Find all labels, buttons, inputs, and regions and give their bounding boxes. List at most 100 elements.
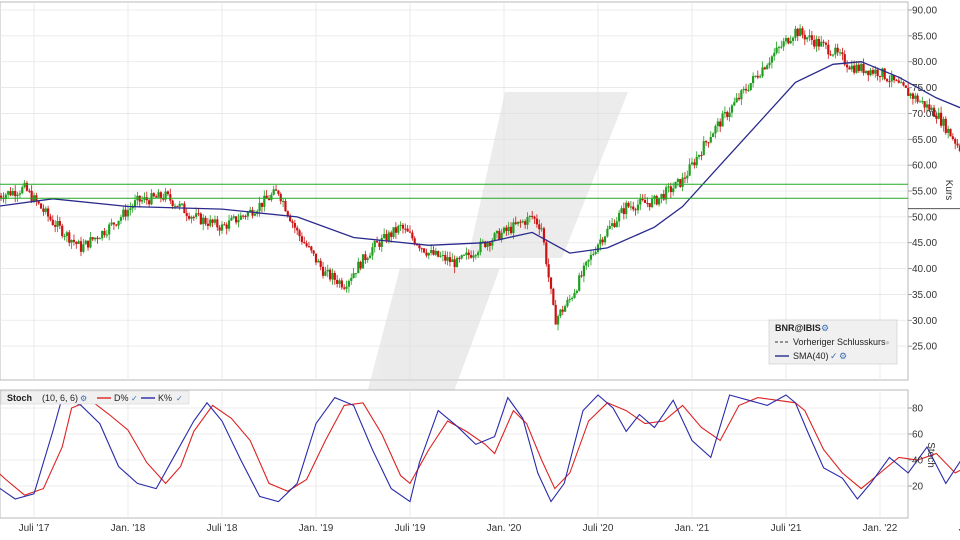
candle-up bbox=[232, 216, 235, 218]
candle-down bbox=[423, 248, 426, 253]
candle-down bbox=[871, 70, 875, 74]
candle-up bbox=[869, 70, 872, 76]
candle-up bbox=[462, 254, 466, 256]
candle-up bbox=[773, 52, 776, 57]
candle-down bbox=[310, 246, 313, 251]
stoch-d-check-icon[interactable]: ✓ bbox=[131, 394, 138, 403]
candle-down bbox=[267, 198, 271, 201]
candle-up bbox=[434, 250, 437, 255]
candle-down bbox=[488, 242, 491, 246]
candle-up bbox=[695, 156, 698, 166]
candle-down bbox=[176, 205, 179, 207]
candle-up bbox=[220, 224, 224, 231]
candle-down bbox=[329, 269, 332, 280]
candle-up bbox=[747, 90, 750, 92]
candle-up bbox=[427, 252, 430, 256]
candle-down bbox=[453, 259, 456, 268]
candle-down bbox=[542, 228, 546, 243]
candle-up bbox=[660, 193, 663, 198]
candle-down bbox=[824, 42, 828, 45]
candle-up bbox=[592, 253, 595, 255]
candle-down bbox=[662, 193, 665, 200]
candle-down bbox=[726, 111, 729, 118]
candle-up bbox=[387, 232, 390, 242]
candle-down bbox=[683, 177, 687, 179]
candle-down bbox=[509, 226, 513, 234]
price-tick-label: 90.00 bbox=[912, 6, 937, 17]
candle-up bbox=[775, 47, 778, 53]
candle-down bbox=[470, 255, 473, 258]
candle-up bbox=[347, 280, 350, 287]
candle-down bbox=[293, 223, 296, 228]
candle-down bbox=[707, 142, 710, 144]
candle-up bbox=[794, 28, 797, 38]
candle-up bbox=[44, 208, 47, 212]
candle-down bbox=[744, 88, 748, 91]
candle-down bbox=[803, 34, 806, 40]
candle-up bbox=[838, 52, 842, 54]
candle-up bbox=[749, 83, 752, 91]
candle-up bbox=[615, 221, 618, 227]
candle-up bbox=[606, 228, 609, 237]
candle-down bbox=[533, 216, 536, 219]
candle-down bbox=[524, 221, 527, 225]
candle-up bbox=[7, 191, 10, 195]
candle-up bbox=[173, 205, 177, 207]
candle-up bbox=[559, 309, 562, 317]
candle-up bbox=[258, 202, 261, 212]
candle-down bbox=[340, 280, 343, 288]
candle-down bbox=[531, 215, 534, 217]
candle-down bbox=[895, 80, 898, 82]
candle-up bbox=[133, 200, 137, 207]
x-tick-label: Jan. '20 bbox=[487, 523, 522, 534]
candle-up bbox=[253, 213, 256, 216]
candle-down bbox=[376, 241, 379, 243]
candle-down bbox=[300, 236, 303, 243]
candle-up bbox=[575, 290, 578, 293]
candle-up bbox=[122, 209, 125, 218]
candle-up bbox=[568, 299, 571, 301]
candle-down bbox=[437, 250, 440, 257]
candle-down bbox=[411, 232, 414, 239]
candle-down bbox=[216, 219, 219, 228]
legend-sma-check-icon[interactable]: ✓ bbox=[830, 351, 838, 361]
candle-up bbox=[361, 254, 365, 269]
candle-up bbox=[94, 237, 97, 240]
candle-down bbox=[801, 28, 804, 35]
candle-up bbox=[11, 190, 14, 196]
candle-up bbox=[126, 209, 130, 217]
x-tick-label: Jan. '19 bbox=[299, 523, 334, 534]
candle-up bbox=[596, 244, 600, 252]
candle-up bbox=[806, 37, 809, 40]
candle-up bbox=[430, 250, 433, 253]
candle-up bbox=[791, 37, 795, 41]
candle-up bbox=[455, 257, 459, 268]
candle-up bbox=[110, 222, 113, 225]
candle-down bbox=[0, 195, 3, 198]
candle-down bbox=[169, 194, 172, 201]
candle-up bbox=[486, 242, 489, 247]
candle-down bbox=[336, 279, 339, 284]
candle-up bbox=[639, 198, 642, 205]
candle-up bbox=[921, 101, 924, 103]
candle-up bbox=[56, 221, 59, 227]
stoch-title: Stoch bbox=[7, 393, 32, 403]
stoch-k-check-icon[interactable]: ✓ bbox=[176, 394, 183, 403]
candle-down bbox=[444, 254, 447, 261]
legend-sma-gear-icon[interactable]: ⚙ bbox=[839, 351, 847, 361]
price-tick-label: 75.00 bbox=[912, 83, 937, 94]
candle-down bbox=[298, 230, 301, 237]
legend-prev-close-info-icon[interactable]: ● bbox=[885, 338, 890, 347]
price-tick-label: 65.00 bbox=[912, 135, 937, 146]
legend-symbol-gear-icon[interactable]: ⚙ bbox=[821, 323, 829, 333]
candle-down bbox=[561, 309, 564, 312]
candle-up bbox=[517, 221, 520, 224]
candle-up bbox=[733, 102, 736, 106]
candle-up bbox=[681, 177, 684, 187]
candle-down bbox=[185, 213, 188, 216]
candle-up bbox=[209, 219, 212, 226]
stoch-params-gear-icon[interactable]: ⚙ bbox=[80, 394, 87, 403]
x-tick-label: Juli '19 bbox=[395, 523, 426, 534]
stoch-header: Stoch (10, 6, 6) ⚙ D% ✓ K% ✓ bbox=[0, 390, 190, 405]
candle-up bbox=[89, 237, 92, 248]
